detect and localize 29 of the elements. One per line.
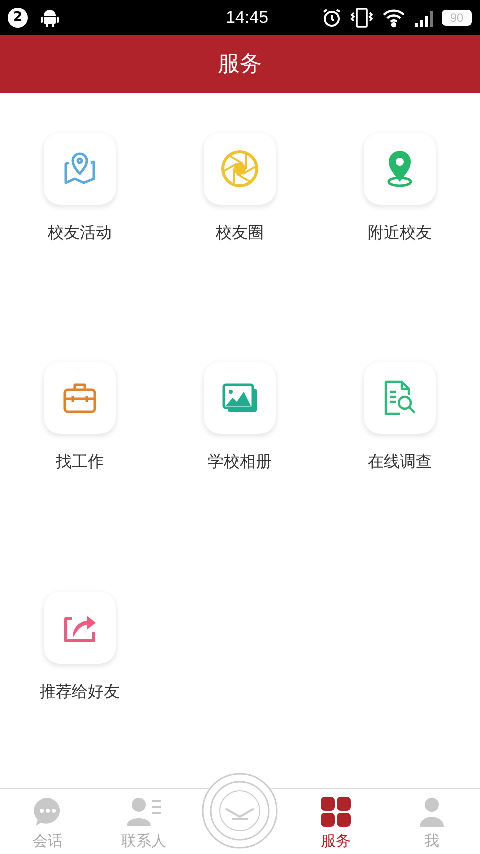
service-tile[interactable] xyxy=(204,362,276,434)
android-icon xyxy=(40,8,60,28)
tab-item[interactable]: 服务 xyxy=(288,789,384,854)
service-tile[interactable] xyxy=(44,592,116,664)
notification-count: 2 xyxy=(8,8,28,28)
service-label: 推荐给好友 xyxy=(40,680,120,703)
aperture-icon xyxy=(220,149,260,189)
grid-icon xyxy=(320,796,352,828)
service-label: 在线调查 xyxy=(368,451,432,474)
tab-item[interactable]: 联系人 xyxy=(96,789,192,854)
service-label: 校友活动 xyxy=(48,222,112,244)
vibrate-icon xyxy=(350,8,374,28)
wifi-icon xyxy=(382,8,406,28)
service-tile[interactable] xyxy=(364,133,436,205)
service-tile[interactable] xyxy=(204,133,276,205)
tab-item[interactable]: 会话 xyxy=(0,789,96,854)
contacts-icon xyxy=(126,796,162,828)
service-label: 找工作 xyxy=(56,451,104,474)
clock-time: 14:45 xyxy=(226,6,269,29)
battery-level: 90 xyxy=(442,10,472,26)
service-tile[interactable] xyxy=(44,133,116,205)
page-title: 服务 xyxy=(218,50,262,78)
service-label: 校友圈 xyxy=(216,222,264,244)
service-label: 学校相册 xyxy=(208,451,272,474)
service-tile[interactable] xyxy=(44,362,116,434)
alarm-icon xyxy=(322,8,342,28)
tab-item[interactable]: 我 xyxy=(384,789,480,854)
service-tile[interactable] xyxy=(364,362,436,434)
service-label: 附近校友 xyxy=(368,222,432,244)
